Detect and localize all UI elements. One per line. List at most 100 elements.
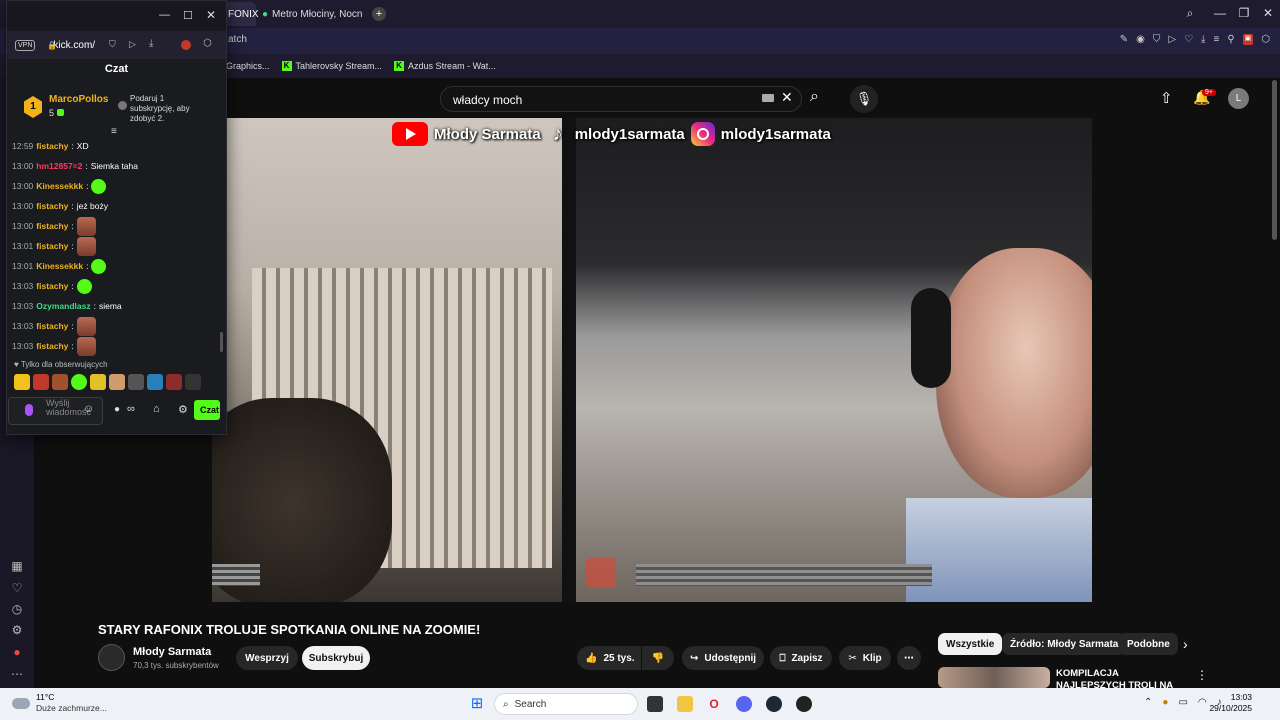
search-icon[interactable]: ⌕ [810,88,819,106]
clip-button[interactable]: ✂ Klip [839,646,891,670]
recommendation-thumbnail[interactable] [938,667,1050,688]
gifter-name[interactable]: MarcoPollos [49,94,108,105]
camera-icon[interactable]: ◉ [1136,34,1145,45]
emote[interactable] [166,374,182,390]
message-username[interactable]: fistachy [36,201,68,211]
bookmark-tahlerovsky[interactable]: K Tahlerovsky Stream... [281,61,382,71]
play-icon[interactable]: ▷ [129,39,136,50]
video-player[interactable]: Młody Sarmata ♪ mlody1sarmata mlody1sarm… [212,118,1092,602]
emote[interactable] [14,374,30,390]
user-icon[interactable]: ⚲ [1227,34,1234,45]
popup-url[interactable]: kick.com/ [53,40,95,51]
emote[interactable] [147,374,163,390]
mic-icon[interactable]: ● [1162,697,1168,708]
channel-name[interactable]: Młody Sarmata [133,646,211,658]
send-chat-button[interactable]: Czat [194,400,220,420]
support-button[interactable]: Wesprzyj [236,646,298,670]
emote[interactable] [52,374,68,390]
message-username[interactable]: fistachy [36,141,68,151]
message-username[interactable]: fistachy [36,321,68,331]
address-text[interactable]: atch [228,34,247,45]
emote[interactable] [71,374,87,390]
avatar[interactable]: L [1228,88,1249,109]
scrollbar[interactable] [1272,80,1277,240]
adblock-icon[interactable] [181,40,191,50]
download-icon[interactable]: ⤓ [149,38,153,49]
download-icon[interactable]: ⤓ [1201,34,1205,45]
message-username[interactable]: fistachy [36,221,68,231]
more-icon[interactable]: ⋯ [9,666,25,682]
taskbar-search[interactable]: ⌕ Search [494,693,638,715]
chip-all[interactable]: Wszystkie [938,633,1003,655]
settings-icon[interactable]: ⚙ [9,622,25,638]
mic-icon[interactable]: 🎙 [850,85,878,113]
edit-icon[interactable]: ✎ [1120,34,1128,45]
emote[interactable] [33,374,49,390]
close-button[interactable]: ✕ [1256,6,1280,20]
gift-sub-promo[interactable]: Podaruj 1 subskrypcję, aby zdobyć 2. [110,94,210,124]
message-username[interactable]: fistachy [36,341,68,351]
maximize-button[interactable]: ❐ [1232,6,1256,20]
message-username[interactable]: Ozymandlasz [36,301,90,311]
heart-icon[interactable]: ♡ [1184,34,1193,45]
keyboard-icon[interactable] [762,94,774,102]
more-actions-button[interactable]: ⋯ [897,646,921,670]
message-username[interactable]: Kinessekkk [36,261,83,271]
emote[interactable] [109,374,125,390]
minimize-icon[interactable]: — [159,9,170,21]
grid-icon[interactable]: ▦ [9,558,25,574]
upload-icon[interactable]: ⇧ [1160,89,1173,107]
like-button[interactable]: 👍 25 tys. [577,646,641,670]
opera-icon[interactable]: O [706,696,722,712]
more-vert-icon[interactable]: ⋮ [1196,668,1208,682]
file-explorer-icon[interactable] [677,696,693,712]
chip-similar[interactable]: Podobne [1119,633,1178,655]
channel-avatar[interactable] [98,644,125,671]
subscribe-button[interactable]: Subskrybuj [302,646,370,670]
chip-source[interactable]: Źródło: Młody Sarmata [1002,633,1127,655]
settings-icon[interactable]: ⚙ [178,403,188,416]
maximize-icon[interactable]: ☐ [183,9,193,22]
shield-icon[interactable]: ⛉ [1153,34,1161,45]
search-input[interactable]: władcy moch [440,86,802,112]
tab-rafonix[interactable]: FONIX [222,2,259,26]
cube-icon[interactable]: ⬡ [203,38,212,49]
share-button[interactable]: ↪ Udostępnij [682,646,764,670]
message-username[interactable]: Kinessekkk [36,181,83,191]
dislike-button[interactable]: 👎 [642,646,674,670]
play-icon[interactable]: ▷ [1168,34,1176,45]
search-value[interactable]: władcy moch [453,93,522,107]
heart-icon[interactable]: ♡ [9,580,25,596]
emote[interactable] [185,374,201,390]
search-icon[interactable]: ⌕ [1178,6,1202,21]
menu-icon[interactable]: ≡ [1213,34,1219,45]
task-view-icon[interactable] [647,696,663,712]
windows-start-icon[interactable]: ⊞ [469,696,485,712]
message-username[interactable]: hm12857=2 [36,161,82,171]
adblock-icon[interactable]: ● [9,644,25,660]
cube-icon[interactable]: ⬡ [1261,34,1270,45]
clock[interactable]: 13:03 29/10/2025 [1209,692,1252,714]
wifi-icon[interactable]: ◠ [1198,697,1207,708]
history-icon[interactable]: ◷ [9,601,25,617]
chevron-up-icon[interactable]: ⌃ [1144,697,1152,708]
new-tab-button[interactable]: + [372,7,386,21]
bookmark-azdus[interactable]: K Azdus Stream - Wat... [394,61,496,71]
bookmark-graphics[interactable]: Graphics... [226,61,270,71]
chevron-right-icon[interactable]: › [1183,636,1188,652]
emote[interactable] [90,374,106,390]
mic-icon[interactable] [25,404,33,416]
network-icon[interactable]: ▭ [1178,697,1187,708]
shield-icon[interactable]: ⛉ [109,39,116,50]
emoji-icon[interactable]: ☺ [83,403,94,415]
save-button[interactable]: ⎕ Zapisz [770,646,832,670]
clear-search-icon[interactable]: ✕ [781,89,793,106]
emote[interactable] [128,374,144,390]
message-username[interactable]: fistachy [36,281,68,291]
tab-metro[interactable]: ● Metro Młociny, Nocnicko [256,2,368,26]
close-icon[interactable]: ✕ [206,8,216,22]
minimize-button[interactable]: — [1208,6,1232,20]
gift-icon[interactable]: ● [114,404,120,415]
vpn-badge[interactable]: VPN [15,39,36,51]
chat-scrollbar[interactable] [220,332,223,352]
